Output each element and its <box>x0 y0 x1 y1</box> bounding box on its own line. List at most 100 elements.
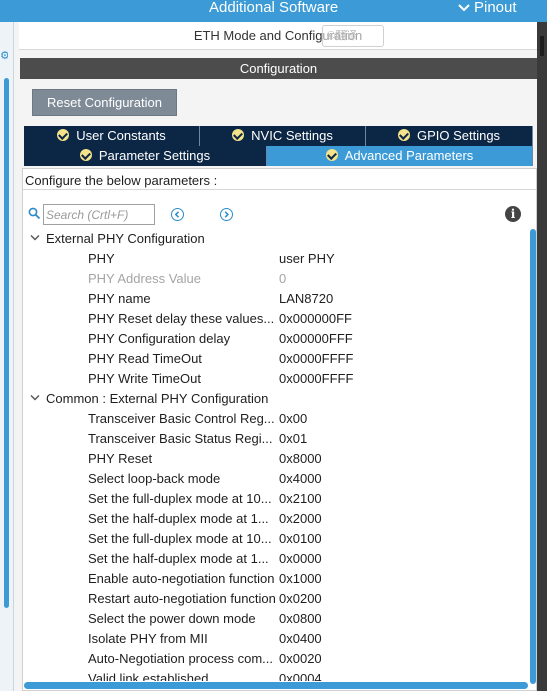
parameter-row[interactable]: PHY Address Value 0 <box>23 269 528 289</box>
left-panel-strip: ⚙ <box>0 22 14 691</box>
parameter-tree: External PHY Configuration PHY user PHY PHY… <box>23 229 528 681</box>
parameter-name: Transceiver Basic Control Reg... <box>88 411 275 426</box>
parameter-name: PHY Read TimeOut <box>88 351 202 366</box>
next-arrow-icon <box>224 211 229 218</box>
parameter-value: 0x1000 <box>279 571 322 586</box>
tab-parameter-settings[interactable]: Parameter Settings <box>24 146 267 166</box>
parameter-row[interactable]: PHY Reset delay these values... 0x000000F… <box>23 309 528 329</box>
parameter-row[interactable]: Transceiver Basic Control Reg... 0x00 <box>23 409 528 429</box>
parameter-name: PHY Reset delay these values... <box>88 311 275 326</box>
parameter-row[interactable]: PHY name LAN8720 <box>23 289 528 309</box>
parameter-name: Select loop-back mode <box>88 471 221 486</box>
mode-header-title: ETH Mode and Configuration <box>193 28 363 43</box>
parameter-value: 0x0200 <box>279 591 322 606</box>
mode-header: ETH Mode and Configuration ©翻译 <box>19 22 537 50</box>
parameter-value: 0x000000FF <box>279 311 352 326</box>
tab-gpio-settings[interactable]: GPIO Settings <box>366 126 533 146</box>
parameter-row[interactable]: Enable auto-negotiation function 0x1000 <box>23 569 528 589</box>
additional-software-tab[interactable]: Additional Software <box>209 0 338 16</box>
tab-user-constants[interactable]: User Constants <box>24 126 200 146</box>
parameter-name: Set the full-duplex mode at 10... <box>88 531 272 546</box>
check-icon <box>79 149 92 161</box>
tab-label: GPIO Settings <box>416 128 501 143</box>
configuration-title: Configuration <box>20 58 537 79</box>
parameter-row[interactable]: PHY Write TimeOut 0x0000FFFF <box>23 369 528 389</box>
parameter-name: Set the half-duplex mode at 1... <box>88 511 269 526</box>
search-icon <box>28 207 41 220</box>
chevron-down-icon <box>30 235 40 241</box>
check-icon <box>232 129 245 141</box>
parameter-value: 0x0000 <box>279 551 322 566</box>
parameter-name: Auto-Negotiation process com... <box>88 651 273 666</box>
search-prev-button[interactable] <box>171 208 184 221</box>
chevron-down-icon <box>30 395 40 401</box>
check-icon <box>325 149 338 161</box>
tab-label: NVIC Settings <box>251 128 333 143</box>
parameter-name: Transceiver Basic Status Regi... <box>88 431 273 446</box>
parameter-row[interactable]: Auto-Negotiation process com... 0x0020 <box>23 649 528 669</box>
tree-group-header[interactable]: Common : External PHY Configuration <box>23 389 528 409</box>
parameter-row[interactable]: Isolate PHY from MII 0x0400 <box>23 629 528 649</box>
vertical-scrollbar[interactable] <box>530 229 536 684</box>
tab-label: Advanced Parameters <box>344 148 474 163</box>
parameter-name: PHY Reset <box>88 451 153 466</box>
parameter-row[interactable]: Set the half-duplex mode at 1... 0x0000 <box>23 549 528 569</box>
parameter-row[interactable]: Set the half-duplex mode at 1... 0x2000 <box>23 509 528 529</box>
tree-group-title: Common : External PHY Configuration <box>46 391 269 406</box>
horizontal-scrollbar[interactable] <box>24 682 528 689</box>
parameter-row[interactable]: Select the power down mode 0x0800 <box>23 609 528 629</box>
tab-nvic-settings[interactable]: NVIC Settings <box>200 126 366 146</box>
main-area: ETH Mode and Configuration ©翻译 Configura… <box>14 22 537 691</box>
search-input[interactable] <box>43 204 155 225</box>
parameter-value: user PHY <box>279 251 335 266</box>
reset-configuration-button[interactable]: Reset Configuration <box>32 89 177 116</box>
top-bar: Additional Software Pinout <box>0 0 547 22</box>
parameter-value: 0 <box>279 271 287 286</box>
parameter-name: Enable auto-negotiation function <box>88 571 275 586</box>
parameter-value: 0x4000 <box>279 471 322 486</box>
parameter-name: Isolate PHY from MII <box>88 631 208 646</box>
parameter-row[interactable]: PHY user PHY <box>23 249 528 269</box>
parameter-value: 0x0800 <box>279 611 322 626</box>
parameter-row[interactable]: Set the full-duplex mode at 10... 0x0100 <box>23 529 528 549</box>
parameter-name: Set the half-duplex mode at 1... <box>88 551 269 566</box>
check-icon <box>57 129 70 141</box>
parameter-value: 0x2100 <box>279 491 322 506</box>
parameter-value: 0x2000 <box>279 511 322 526</box>
parameter-row[interactable]: PHY Configuration delay 0x00000FFF <box>23 329 528 349</box>
info-icon[interactable]: i <box>505 206 521 222</box>
parameter-row[interactable]: Select loop-back mode 0x4000 <box>23 469 528 489</box>
pinout-menu[interactable]: Pinout <box>458 0 517 16</box>
parameter-name: PHY Address Value <box>88 271 201 286</box>
parameter-value: 0x0000FFFF <box>279 371 354 386</box>
tab-label: Parameter Settings <box>98 148 211 163</box>
parameter-row[interactable]: Restart auto-negotiation function 0x0200 <box>23 589 528 609</box>
parameter-row[interactable]: Set the full-duplex mode at 10... 0x2100 <box>23 489 528 509</box>
search-next-button[interactable] <box>220 208 233 221</box>
parameter-value: 0x01 <box>279 431 308 446</box>
parameter-row[interactable]: Valid link established 0x0004 <box>23 669 528 681</box>
parameters-hint: Configure the below parameters : <box>23 172 536 190</box>
tree-group-title: External PHY Configuration <box>46 231 205 246</box>
parameter-value: 0x00 <box>279 411 308 426</box>
parameter-row[interactable]: Transceiver Basic Status Regi... 0x01 <box>23 429 528 449</box>
parameter-value: LAN8720 <box>279 291 334 306</box>
settings-icon[interactable]: ⚙ <box>0 50 8 62</box>
left-scrollbar[interactable] <box>4 78 9 608</box>
parameter-value: 0x0000FFFF <box>279 351 354 366</box>
check-icon <box>397 129 410 141</box>
parameter-name: Restart auto-negotiation function <box>88 591 276 606</box>
tree-group-header[interactable]: External PHY Configuration <box>23 229 528 249</box>
parameter-row[interactable]: PHY Reset 0x8000 <box>23 449 528 469</box>
right-edge-marker <box>540 36 544 56</box>
tab-label: User Constants <box>76 128 166 143</box>
chevron-down-icon <box>458 4 470 12</box>
parameter-name: Select the power down mode <box>88 611 256 626</box>
parameter-name: PHY <box>88 251 115 266</box>
tab-advanced-parameters[interactable]: Advanced Parameters <box>267 146 533 166</box>
parameter-value: 0x8000 <box>279 451 322 466</box>
parameter-row[interactable]: PHY Read TimeOut 0x0000FFFF <box>23 349 528 369</box>
parameter-name: PHY name <box>88 291 151 306</box>
parameter-value: 0x0100 <box>279 531 322 546</box>
right-panel-edge <box>537 22 547 691</box>
